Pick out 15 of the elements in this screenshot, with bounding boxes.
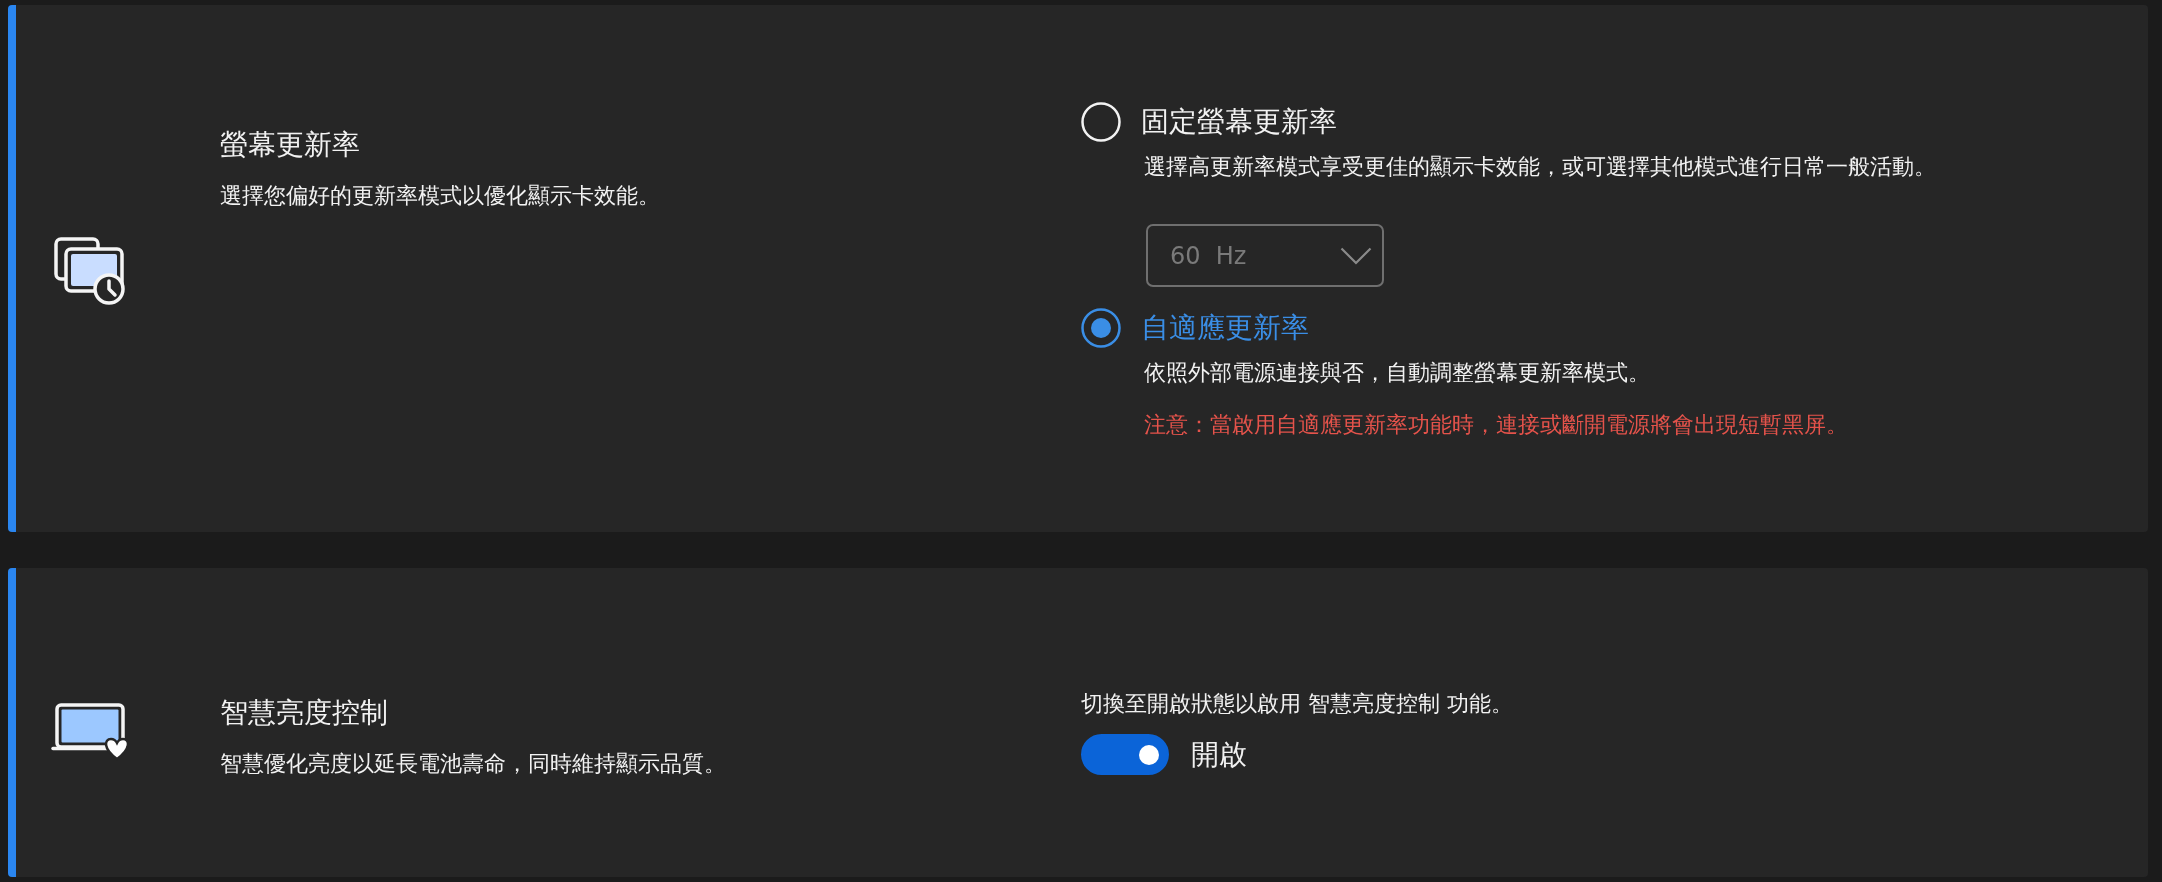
- toggle-label: 開啟: [1191, 736, 1247, 773]
- option-label[interactable]: 自適應更新率: [1141, 308, 1309, 348]
- option-description: 選擇高更新率模式享受更佳的顯示卡效能，或可選擇其他模式進行日常一般活動。: [1144, 153, 1936, 181]
- option-description: 依照外部電源連接與否，自動調整螢幕更新率模式。: [1144, 359, 1650, 387]
- setting-description: 選擇您偏好的更新率模式以優化顯示卡效能。: [220, 182, 660, 210]
- setting-description: 智慧優化亮度以延長電池壽命，同時維持顯示品質。: [220, 750, 726, 778]
- toggle-switch[interactable]: [1081, 734, 1169, 775]
- warning-text: 注意：當啟用自適應更新率功能時，連接或斷開電源將會出現短暫黑屏。: [1144, 411, 1848, 439]
- screens-clock-icon: [54, 237, 126, 305]
- radio-button[interactable]: [1081, 308, 1121, 348]
- toggle-hint: 切換至開啟狀態以啟用 智慧亮度控制 功能。: [1081, 690, 1513, 718]
- option-label[interactable]: 固定螢幕更新率: [1141, 102, 1337, 142]
- chevron-down-icon: [1340, 246, 1372, 265]
- setting-title: 螢幕更新率: [220, 127, 360, 163]
- setting-title: 智慧亮度控制: [220, 695, 388, 731]
